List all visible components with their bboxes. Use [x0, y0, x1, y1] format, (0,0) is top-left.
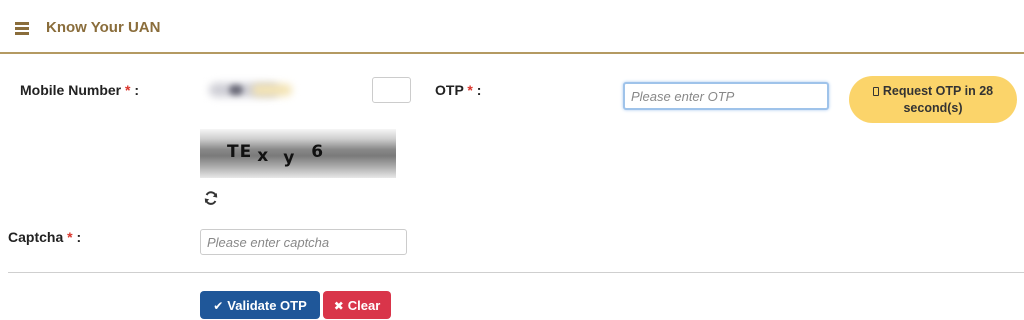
mobile-number-value-blurred [207, 80, 307, 100]
captcha-char: TE [227, 142, 253, 162]
validate-otp-button[interactable]: ✔ Validate OTP [200, 291, 320, 319]
hamburger-menu-icon[interactable] [15, 22, 29, 35]
page-title: Know Your UAN [46, 19, 161, 36]
mobile-number-field[interactable] [372, 77, 411, 103]
label-suffix: : [472, 82, 482, 98]
page-header: Know Your UAN [0, 0, 1024, 54]
clear-label: Clear [347, 297, 381, 313]
mobile-number-label-text: Mobile Number [20, 82, 122, 98]
captcha-char: 6 [311, 142, 325, 162]
captcha-input[interactable] [200, 229, 407, 255]
captcha-char: x [257, 146, 270, 166]
label-suffix: : [130, 82, 140, 98]
otp-label: OTP * : [435, 82, 481, 98]
captcha-label: Captcha * : [8, 229, 81, 245]
request-otp-label: Request OTP in 28 second(s) [882, 83, 994, 115]
mobile-number-label: Mobile Number * : [20, 82, 139, 98]
captcha-image: TE x y 6 [200, 129, 396, 178]
captcha-text: TE x y 6 [227, 142, 325, 168]
mobile-phone-icon [872, 86, 879, 96]
label-suffix: : [72, 229, 82, 245]
close-icon: ✖ [333, 298, 344, 313]
refresh-captcha-icon[interactable] [203, 190, 219, 206]
request-otp-button[interactable]: Request OTP in 28 second(s) [849, 76, 1017, 123]
form-divider [8, 272, 1024, 273]
captcha-char: y [283, 148, 296, 168]
clear-button[interactable]: ✖ Clear [323, 291, 391, 319]
validate-otp-label: Validate OTP [227, 297, 307, 313]
check-icon: ✔ [213, 298, 224, 313]
otp-label-text: OTP [435, 82, 464, 98]
captcha-label-text: Captcha [8, 229, 64, 245]
otp-input[interactable] [623, 82, 829, 110]
